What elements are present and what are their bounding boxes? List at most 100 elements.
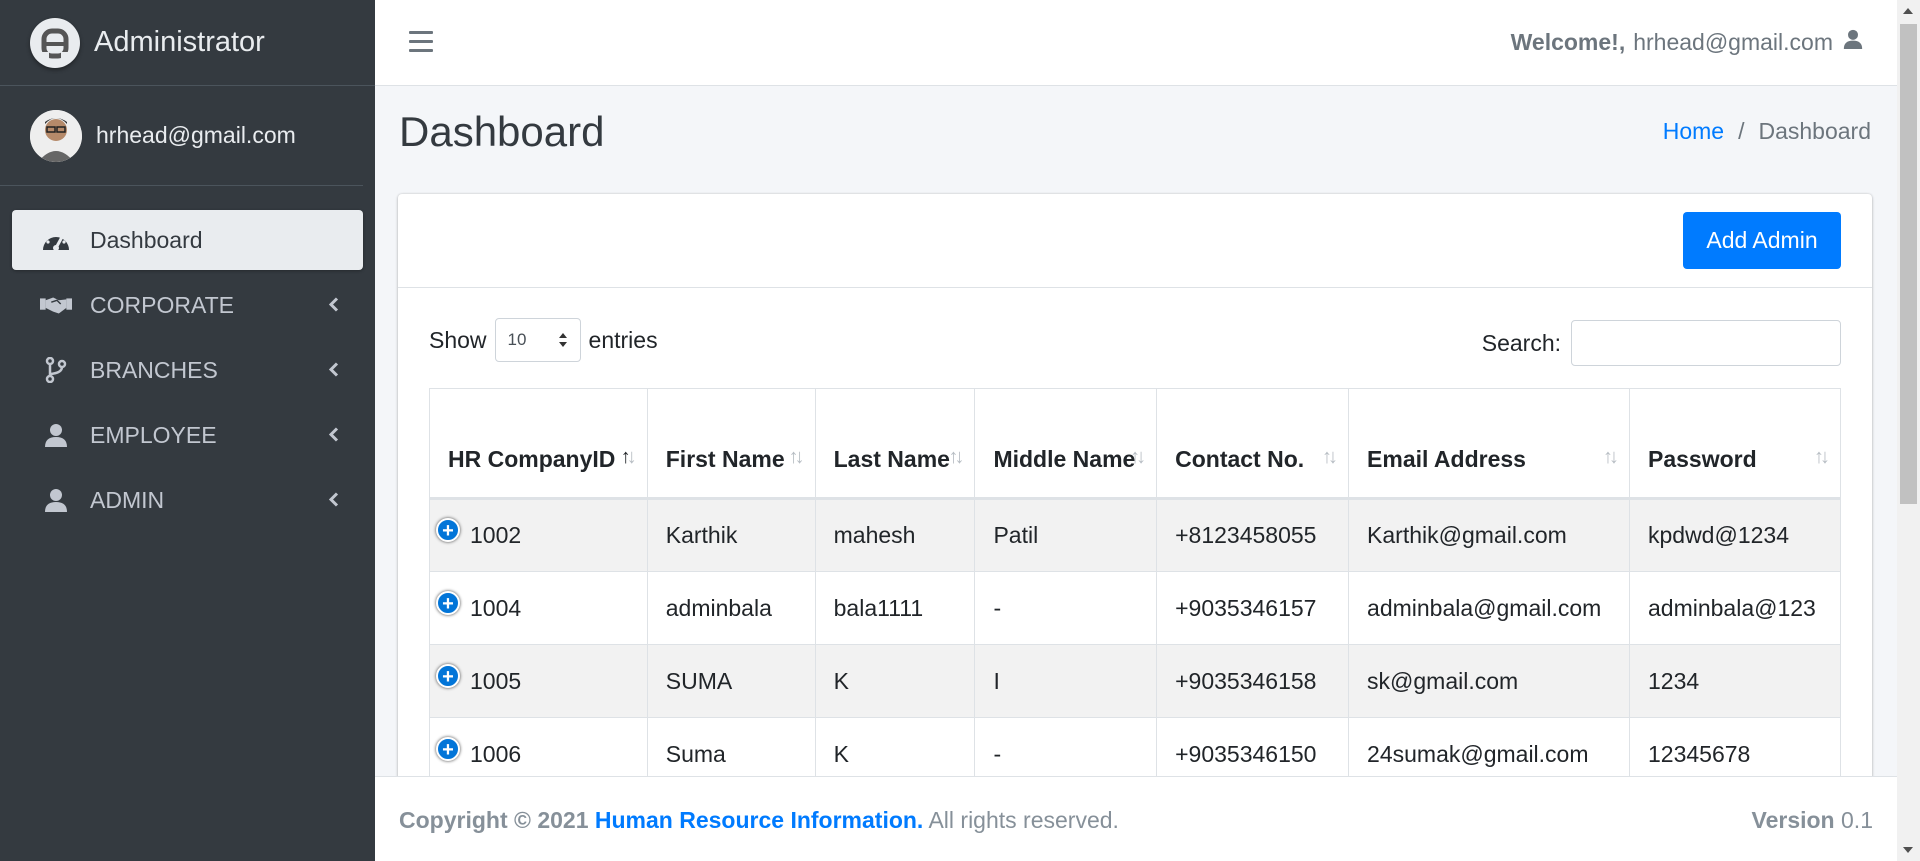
- table-cell: kpdwd@1234: [1628, 498, 1842, 572]
- table-cell: Patil: [974, 498, 1158, 572]
- angle-left-icon: [328, 422, 339, 449]
- breadcrumb-home-link[interactable]: Home: [1663, 118, 1724, 145]
- sidebar-item-label: BRANCHES: [90, 356, 218, 383]
- column-header[interactable]: Contact No. ↑↓: [1156, 388, 1350, 500]
- search-label: Search:: [1481, 329, 1561, 356]
- sort-icon: ↑↓: [948, 446, 964, 468]
- tachometer-icon: [40, 226, 72, 254]
- version-label: Version: [1751, 807, 1835, 833]
- column-header[interactable]: Middle Name ↑↓: [974, 388, 1158, 500]
- footer-copyright: Copyright © 2021 Human Resource Informat…: [399, 807, 1119, 834]
- copyright-text: Copyright © 2021: [399, 807, 589, 833]
- page-title: Dashboard: [399, 108, 605, 155]
- expand-row-icon[interactable]: +: [436, 518, 460, 542]
- scrollbar-thumb[interactable]: [1900, 24, 1917, 504]
- header-user-email: hrhead@gmail.com: [1633, 28, 1833, 55]
- table-search: Search:: [1482, 320, 1841, 366]
- table-cell: adminbala: [646, 571, 816, 645]
- sort-icon: ↑↓: [1322, 446, 1338, 468]
- sidebar-nav: Dashboard CORPORATE BRANCHES EMPLOYEE AD…: [0, 186, 375, 530]
- entries-length: Show 10 entries: [429, 318, 658, 362]
- breadcrumb: Home / Dashboard: [1663, 118, 1871, 145]
- table-cell: sk@gmail.com: [1348, 644, 1630, 718]
- handshake-icon: [40, 291, 72, 319]
- table-cell: +9035346157: [1156, 571, 1350, 645]
- table-cell: Karthik@gmail.com: [1348, 498, 1630, 572]
- avatar: [30, 109, 82, 162]
- main-footer: Copyright © 2021 Human Resource Informat…: [375, 776, 1897, 861]
- expand-row-icon[interactable]: +: [436, 590, 460, 615]
- sidebar-item-dashboard[interactable]: Dashboard: [12, 210, 363, 270]
- menu-toggle-icon[interactable]: [409, 31, 433, 58]
- entries-select-value: 10: [507, 330, 527, 349]
- code-branch-icon: [40, 356, 72, 384]
- angle-left-icon: [328, 292, 339, 319]
- table-cell: Karthik: [646, 498, 816, 572]
- sort-icon: ↑↓: [1602, 446, 1619, 468]
- table-cell: +8123458055: [1156, 498, 1350, 572]
- user-icon: [1843, 28, 1863, 56]
- sidebar: Administrator hrhead@gmail.com Dashboard…: [0, 0, 375, 861]
- table-cell: mahesh: [814, 498, 976, 572]
- sort-icon: ↑↓: [620, 446, 637, 468]
- admin-table: HR CompanyID ↑↓ First Name ↑↓ Last Name ↑↓ …: [429, 388, 1842, 791]
- sort-icon: ↑↓: [788, 446, 805, 468]
- sidebar-item-corporate[interactable]: CORPORATE: [12, 275, 363, 335]
- entries-select[interactable]: 10: [494, 318, 581, 362]
- table-cell: +1002: [429, 498, 648, 572]
- sort-icon: ↑↓: [1130, 446, 1146, 468]
- expand-row-icon[interactable]: +: [436, 736, 460, 761]
- add-admin-button[interactable]: Add Admin: [1683, 212, 1841, 269]
- welcome-text: Welcome!,: [1510, 28, 1626, 55]
- angle-left-icon: [328, 357, 339, 384]
- scroll-down-icon[interactable]: [1903, 847, 1913, 853]
- breadcrumb-separator: /: [1738, 118, 1745, 144]
- expand-row-icon[interactable]: +: [436, 663, 460, 688]
- sidebar-item-label: CORPORATE: [90, 291, 234, 318]
- sidebar-item-label: EMPLOYEE: [90, 421, 217, 448]
- org-link[interactable]: Human Resource Information.: [595, 807, 923, 833]
- table-row[interactable]: +1005 SUMA K I +9035346158 sk@gmail.com …: [429, 644, 1842, 718]
- brand-text: Administrator: [94, 26, 265, 58]
- table-cell: -: [974, 571, 1158, 645]
- sidebar-item-admin[interactable]: ADMIN: [12, 470, 363, 530]
- version-value: 0.1: [1841, 807, 1873, 833]
- column-header[interactable]: Email Address ↑↓: [1348, 388, 1630, 500]
- show-label: Show: [429, 326, 487, 353]
- table-row[interactable]: +1004 adminbala bala1111 - +9035346157 a…: [429, 571, 1842, 645]
- user-panel[interactable]: hrhead@gmail.com: [0, 86, 363, 186]
- table-cell: adminbala@123: [1628, 571, 1842, 645]
- top-navbar: Welcome!, hrhead@gmail.com: [375, 0, 1897, 86]
- table-cell: +1004: [429, 571, 648, 645]
- table-row[interactable]: +1002 Karthik mahesh Patil +8123458055 K…: [429, 498, 1842, 572]
- table-cell: K: [814, 644, 976, 718]
- table-cell: +1005: [429, 644, 648, 718]
- brand-link[interactable]: Administrator: [0, 0, 375, 86]
- page-scrollbar[interactable]: [1897, 0, 1920, 861]
- table-cell: 1234: [1628, 644, 1842, 718]
- brand-logo-icon: [30, 17, 80, 68]
- angle-left-icon: [328, 487, 339, 514]
- table-controls: Show 10 entries Search:: [398, 288, 1872, 388]
- column-header[interactable]: Last Name ↑↓: [814, 388, 976, 500]
- sidebar-item-branches[interactable]: BRANCHES: [12, 340, 363, 400]
- column-header[interactable]: First Name ↑↓: [646, 388, 816, 500]
- table-cell: bala1111: [814, 571, 976, 645]
- scroll-up-icon[interactable]: [1903, 8, 1913, 14]
- sidebar-item-label: Dashboard: [90, 226, 203, 253]
- user-icon: [40, 486, 72, 514]
- table-cell: I: [974, 644, 1158, 718]
- column-header[interactable]: HR CompanyID ↑↓: [429, 388, 648, 500]
- sidebar-item-employee[interactable]: EMPLOYEE: [12, 405, 363, 465]
- column-header[interactable]: Password ↑↓: [1628, 388, 1842, 500]
- table-cell: adminbala@gmail.com: [1348, 571, 1630, 645]
- search-input[interactable]: [1571, 320, 1841, 366]
- entries-label: entries: [588, 326, 658, 353]
- sidebar-user-name: hrhead@gmail.com: [96, 122, 296, 148]
- table-header-row: HR CompanyID ↑↓ First Name ↑↓ Last Name ↑↓ …: [429, 388, 1842, 500]
- sort-icon: ↑↓: [1814, 446, 1830, 468]
- welcome-user[interactable]: Welcome!, hrhead@gmail.com: [1511, 28, 1863, 56]
- table-cell: SUMA: [646, 644, 816, 718]
- breadcrumb-current: Dashboard: [1758, 118, 1871, 144]
- rights-text: All rights reserved.: [928, 807, 1119, 833]
